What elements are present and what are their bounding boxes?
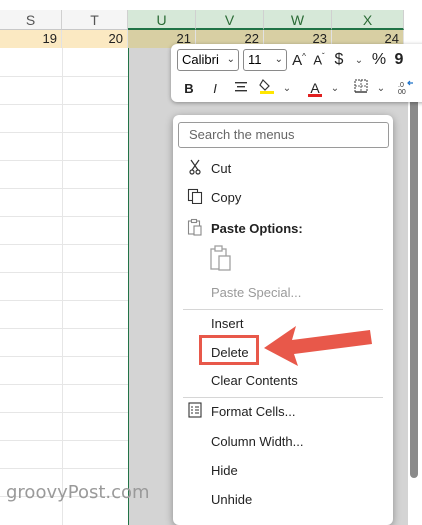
menu-item-column-width[interactable]: Column Width... bbox=[173, 428, 393, 454]
currency-icon: $ bbox=[334, 51, 344, 68]
comma-style-icon: 9 bbox=[394, 51, 404, 68]
menu-item-copy[interactable]: Copy bbox=[173, 184, 393, 210]
vertical-scrollbar[interactable] bbox=[410, 48, 418, 478]
gridline bbox=[0, 440, 128, 441]
menu-search-input[interactable]: Search the menus bbox=[178, 122, 389, 148]
paste-icon bbox=[181, 218, 209, 239]
grow-font-button[interactable]: A^ bbox=[291, 52, 307, 69]
menu-item-label: Paste Options: bbox=[211, 220, 303, 236]
chevron-down-icon[interactable]: ⌄ bbox=[351, 55, 367, 66]
format-cells-icon bbox=[181, 401, 209, 421]
menu-item-cut[interactable]: Cut bbox=[173, 155, 393, 181]
menu-item-label: Column Width... bbox=[211, 433, 304, 449]
menu-item-label: Unhide bbox=[211, 491, 253, 507]
mini-toolbar: Calibri ⌄ 11 ⌄ A^ Aˇ $ ⌄ % 9 B I ⌄ A ⌄ ⌄ bbox=[171, 44, 422, 102]
shrink-font-button[interactable]: Aˇ bbox=[311, 52, 327, 67]
column-header-u[interactable]: U bbox=[128, 10, 196, 30]
grow-font-icon: A bbox=[292, 51, 303, 69]
font-name-value: Calibri bbox=[182, 52, 219, 67]
pointer-arrow-icon bbox=[264, 326, 372, 366]
gridline bbox=[0, 244, 128, 245]
gridline bbox=[0, 412, 128, 413]
menu-item-label: Hide bbox=[211, 462, 238, 478]
column-header-s[interactable]: S bbox=[0, 10, 62, 30]
menu-item-label: Cut bbox=[211, 160, 232, 176]
gridline bbox=[0, 272, 128, 273]
percent-icon: % bbox=[371, 51, 387, 68]
menu-item-label: Clear Contents bbox=[211, 372, 298, 388]
menu-item-paste-special[interactable]: Paste Special... bbox=[173, 279, 393, 305]
watermark: groovyPost.com bbox=[6, 482, 150, 503]
chevron-down-icon: ⌄ bbox=[274, 54, 283, 65]
svg-text:.0: .0 bbox=[398, 82, 404, 89]
align-center-button[interactable] bbox=[233, 80, 249, 97]
gridline bbox=[0, 384, 128, 385]
cell-20[interactable]: 20 bbox=[62, 30, 128, 48]
borders-icon bbox=[354, 79, 368, 93]
gridline bbox=[0, 356, 128, 357]
paste-clipboard-icon[interactable] bbox=[209, 244, 233, 272]
shrink-font-icon: A bbox=[313, 52, 322, 68]
cell-19[interactable]: 19 bbox=[0, 30, 62, 48]
scissors-icon bbox=[181, 159, 209, 178]
font-color-icon: A bbox=[308, 79, 322, 97]
chevron-down-icon[interactable]: ⌄ bbox=[279, 83, 295, 94]
percent-button[interactable]: % bbox=[371, 51, 387, 69]
gridline bbox=[0, 104, 128, 105]
increase-decimal-button[interactable]: .0 00 bbox=[397, 79, 415, 98]
comma-style-button[interactable]: 9 bbox=[391, 51, 407, 69]
menu-item-label: Copy bbox=[211, 189, 242, 205]
column-header-x[interactable]: X bbox=[332, 10, 404, 30]
menu-item-label: Format Cells... bbox=[211, 403, 296, 419]
menu-item-clear-contents[interactable]: Clear Contents bbox=[173, 367, 393, 393]
mini-toolbar-row-2: B I ⌄ A ⌄ ⌄ .000 00 bbox=[177, 77, 422, 99]
gridline bbox=[0, 132, 128, 133]
italic-icon: I bbox=[213, 80, 217, 96]
align-center-icon bbox=[235, 81, 247, 91]
gridline bbox=[62, 48, 63, 525]
gridline bbox=[0, 160, 128, 161]
bold-button[interactable]: B bbox=[181, 81, 197, 96]
menu-item-paste-options: Paste Options: bbox=[173, 215, 393, 241]
menu-item-unhide[interactable]: Unhide bbox=[173, 486, 393, 512]
copy-icon bbox=[181, 188, 209, 207]
bold-icon: B bbox=[184, 80, 194, 96]
column-header-t[interactable]: T bbox=[62, 10, 128, 30]
mini-toolbar-row-1: Calibri ⌄ 11 ⌄ A^ Aˇ $ ⌄ % 9 bbox=[177, 49, 407, 71]
gridline bbox=[0, 216, 128, 217]
font-size-select[interactable]: 11 ⌄ bbox=[243, 49, 287, 71]
gridline bbox=[0, 468, 128, 469]
gridline bbox=[0, 300, 128, 301]
font-color-button[interactable]: A bbox=[307, 80, 323, 97]
menu-item-label: Paste Special... bbox=[211, 284, 302, 300]
column-header-w[interactable]: W bbox=[264, 10, 332, 30]
menu-item-hide[interactable]: Hide bbox=[173, 457, 393, 483]
column-headers: S T U V W X bbox=[0, 10, 422, 30]
menu-item-label: Insert bbox=[211, 315, 244, 331]
gridline bbox=[0, 76, 128, 77]
paint-bucket-icon bbox=[259, 79, 274, 94]
menu-item-format-cells[interactable]: Format Cells... bbox=[173, 398, 393, 424]
fill-color-button[interactable] bbox=[259, 77, 275, 99]
increase-decimal-icon: .000 bbox=[398, 80, 413, 96]
gridline bbox=[0, 328, 128, 329]
gridline bbox=[0, 188, 128, 189]
borders-button[interactable] bbox=[353, 79, 369, 97]
svg-text:00: 00 bbox=[398, 89, 406, 95]
italic-button[interactable]: I bbox=[207, 81, 223, 96]
delete-highlight-box bbox=[199, 335, 259, 365]
chevron-down-icon[interactable]: ⌄ bbox=[373, 83, 389, 94]
column-header-v[interactable]: V bbox=[196, 10, 264, 30]
currency-button[interactable]: $ bbox=[331, 51, 347, 69]
chevron-down-icon[interactable]: ⌄ bbox=[327, 83, 343, 94]
chevron-down-icon: ⌄ bbox=[226, 54, 235, 65]
font-name-select[interactable]: Calibri ⌄ bbox=[177, 49, 239, 71]
font-size-value: 11 bbox=[248, 52, 262, 67]
